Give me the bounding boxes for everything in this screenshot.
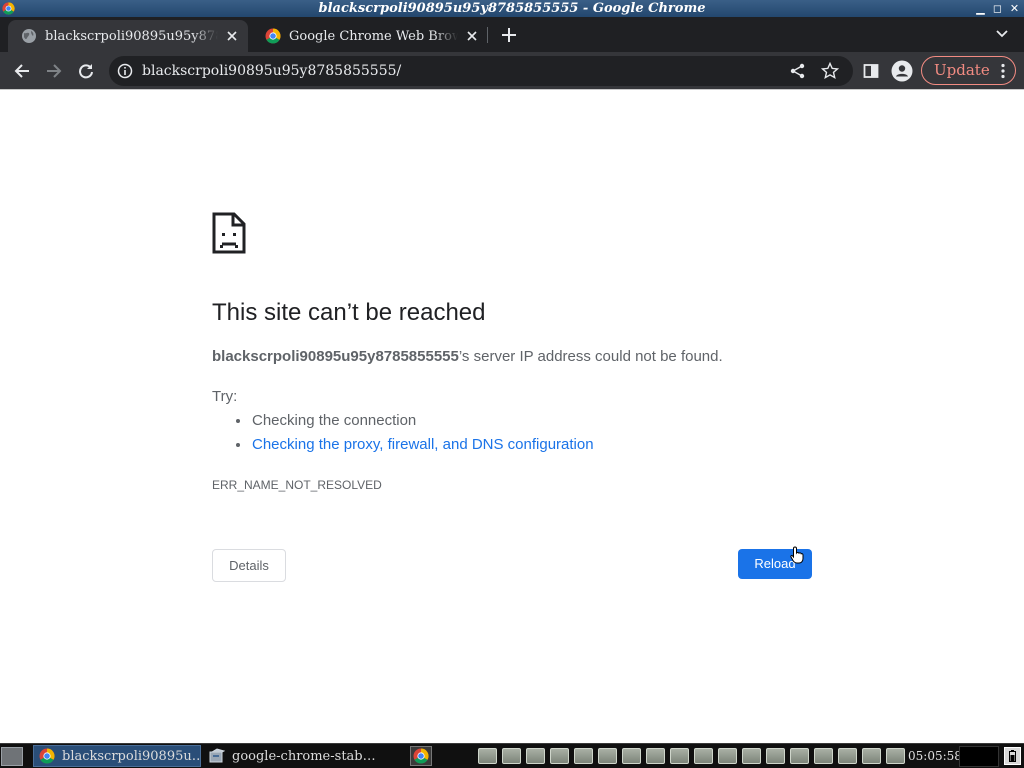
tab-label: blackscrpoli90895u95y8785855555 (45, 28, 218, 44)
tab-separator (487, 27, 488, 43)
taskbar: blackscrpoli90895u… google-chrome-stab… … (0, 743, 1024, 768)
side-panel-icon (863, 64, 879, 78)
window-titlebar: blackscrpoli90895u95y8785855555 - Google… (0, 0, 1024, 17)
suggestion-link[interactable]: Checking the proxy, firewall, and DNS co… (236, 436, 594, 453)
sad-page-icon (212, 212, 246, 254)
workspace-button[interactable] (886, 748, 905, 764)
workspace-button[interactable] (790, 748, 809, 764)
workspace-button[interactable] (670, 748, 689, 764)
tab-label: Google Chrome Web Browser (289, 28, 458, 44)
forward-button[interactable] (41, 58, 67, 84)
workspace-button[interactable] (766, 748, 785, 764)
taskbar-item-installer[interactable]: google-chrome-stab… (204, 745, 402, 767)
kebab-menu-icon (1001, 63, 1005, 79)
try-label: Try: (212, 388, 238, 405)
globe-icon (22, 29, 36, 43)
maximize-button[interactable]: ◻ (992, 0, 1003, 17)
workspace-button[interactable] (742, 748, 761, 764)
error-message: blackscrpoli90895u95y8785855555’s server… (212, 348, 723, 365)
workspace-button[interactable] (574, 748, 593, 764)
chevron-down-icon (996, 30, 1008, 38)
profile-button[interactable] (889, 58, 915, 84)
url-text[interactable]: blackscrpoli90895u95y8785855555/ (142, 56, 401, 86)
battery-icon (1009, 750, 1016, 762)
share-icon[interactable] (789, 62, 807, 80)
chrome-launcher-button[interactable] (410, 746, 432, 766)
workspace-button[interactable] (862, 748, 881, 764)
tab-inactive[interactable]: Google Chrome Web Browser (252, 20, 488, 52)
workspace-button[interactable] (718, 748, 737, 764)
browser-toolbar: blackscrpoli90895u95y8785855555/ Update (0, 52, 1024, 89)
suggestion-item: Checking the connection (236, 412, 416, 429)
close-tab-icon[interactable] (464, 28, 480, 44)
workspace-button[interactable] (502, 748, 521, 764)
refresh-icon (79, 64, 93, 79)
bullet (236, 442, 240, 447)
suggestion-link-text[interactable]: Checking the proxy, firewall, and DNS co… (252, 436, 594, 453)
workspace-button[interactable] (550, 748, 569, 764)
update-button[interactable]: Update (921, 56, 1016, 85)
workspace-button[interactable] (622, 748, 641, 764)
workspace-button[interactable] (478, 748, 497, 764)
avatar-icon (891, 60, 913, 82)
tab-search-button[interactable] (992, 24, 1012, 44)
workspace-button[interactable] (838, 748, 857, 764)
error-code: ERR_NAME_NOT_RESOLVED (212, 478, 382, 492)
workspace-button[interactable] (814, 748, 833, 764)
suggestion-text: Checking the connection (252, 412, 417, 429)
bullet (236, 418, 240, 423)
close-tab-icon[interactable] (224, 28, 240, 44)
taskbar-item-label: blackscrpoli90895u… (62, 748, 200, 764)
show-desktop-button[interactable] (1004, 747, 1021, 765)
update-label: Update (934, 61, 990, 79)
info-icon[interactable] (117, 63, 133, 79)
bookmark-star-icon[interactable] (821, 62, 839, 80)
package-icon (209, 748, 225, 763)
minimize-button[interactable]: ▁ (975, 0, 986, 17)
window-title: blackscrpoli90895u95y8785855555 - Google… (318, 1, 706, 16)
taskbar-item-browser[interactable]: blackscrpoli90895u… (33, 745, 201, 767)
details-button[interactable]: Details (212, 549, 286, 582)
chrome-icon (265, 28, 281, 44)
arrow-left-icon (14, 64, 29, 78)
error-message-suffix: ’s server IP address could not be found. (458, 348, 723, 365)
side-panel-button[interactable] (858, 58, 884, 84)
clock: 05:05:58 (908, 749, 962, 763)
taskbar-item-label: google-chrome-stab… (232, 748, 376, 764)
chrome-icon (413, 748, 429, 764)
close-window-button[interactable]: ✕ (1009, 0, 1020, 17)
reload-browser-button[interactable] (73, 58, 99, 84)
back-button[interactable] (9, 58, 35, 84)
chrome-icon (39, 748, 55, 764)
workspace-button[interactable] (694, 748, 713, 764)
address-bar[interactable]: blackscrpoli90895u95y8785855555/ (109, 56, 853, 86)
system-tray (959, 746, 999, 767)
hand-cursor-icon (790, 546, 804, 564)
workspace-button[interactable] (598, 748, 617, 764)
new-tab-button[interactable] (498, 24, 520, 46)
error-title: This site can’t be reached (212, 299, 486, 326)
workspace-button[interactable] (526, 748, 545, 764)
error-host: blackscrpoli90895u95y8785855555 (212, 348, 459, 365)
tab-active[interactable]: blackscrpoli90895u95y8785855555 (8, 20, 248, 52)
arrow-right-icon (47, 64, 62, 78)
workspace-button[interactable] (646, 748, 665, 764)
start-menu-button[interactable] (1, 747, 23, 766)
page-content: This site can’t be reached blackscrpoli9… (0, 90, 1024, 743)
plus-icon (502, 28, 516, 42)
